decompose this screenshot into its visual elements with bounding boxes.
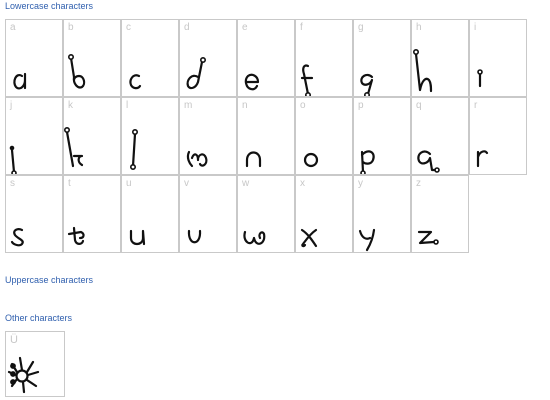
h-glyph-icon <box>412 48 433 93</box>
char-cell-p: p <box>353 97 411 175</box>
s-glyph-icon <box>10 228 24 247</box>
e-glyph-icon <box>244 73 260 91</box>
t-glyph-icon <box>67 226 85 245</box>
char-cell-s: s <box>5 175 63 253</box>
c-glyph-icon <box>129 74 142 90</box>
n-glyph-icon <box>245 151 262 168</box>
j-glyph-icon <box>9 145 17 174</box>
o-glyph-icon <box>303 152 319 168</box>
char-cell-n: n <box>237 97 295 175</box>
a-glyph-icon <box>13 72 27 90</box>
w-glyph-icon <box>243 230 266 245</box>
char-cell-u-umlaut: Ü <box>5 331 65 397</box>
char-cell-g: g <box>353 19 411 97</box>
char-cell-u: u <box>121 175 179 253</box>
i-glyph-icon <box>477 69 483 88</box>
d-glyph-icon <box>186 56 206 90</box>
char-cell-d: d <box>179 19 237 97</box>
uppercase-section-title: Uppercase characters <box>5 275 94 285</box>
char-cell-t: t <box>63 175 121 253</box>
k-glyph-icon <box>64 127 84 168</box>
g-glyph-icon <box>360 73 374 96</box>
char-cell-w: w <box>237 175 295 253</box>
char-cell-a: a <box>5 19 63 97</box>
spider-glyph-icon <box>7 356 40 394</box>
lowercase-character-grid: a b c d e f g h i j k l m n o p q r s t … <box>5 19 528 255</box>
other-section-title: Other characters <box>5 313 73 323</box>
l-glyph-icon <box>130 128 139 170</box>
char-cell-x: x <box>295 175 353 253</box>
v-glyph-icon <box>187 229 202 244</box>
r-glyph-icon <box>476 150 489 168</box>
z-glyph-icon <box>417 230 439 245</box>
p-glyph-icon <box>360 150 375 174</box>
char-cell-e: e <box>237 19 295 97</box>
f-glyph-icon <box>300 64 314 96</box>
x-glyph-icon <box>300 228 318 248</box>
char-cell-k: k <box>63 97 121 175</box>
q-glyph-icon <box>417 150 440 173</box>
y-glyph-icon <box>358 228 376 252</box>
m-glyph-icon <box>186 150 208 168</box>
char-cell-o: o <box>295 97 353 175</box>
char-cell-j: j <box>5 97 63 175</box>
char-cell-z: z <box>411 175 469 253</box>
u-glyph-icon <box>129 229 146 246</box>
char-cell-l: l <box>121 97 179 175</box>
char-cell-b: b <box>63 19 121 97</box>
char-cell-f: f <box>295 19 353 97</box>
char-cell-h: h <box>411 19 469 97</box>
char-cell-q: q <box>411 97 469 175</box>
char-cell-v: v <box>179 175 237 253</box>
char-cell-i: i <box>469 19 527 97</box>
char-cell-y: y <box>353 175 411 253</box>
b-glyph-icon <box>68 53 86 89</box>
char-cell-m: m <box>179 97 237 175</box>
lowercase-section-title: Lowercase characters <box>5 1 94 11</box>
char-cell-r: r <box>469 97 527 175</box>
char-cell-c: c <box>121 19 179 97</box>
